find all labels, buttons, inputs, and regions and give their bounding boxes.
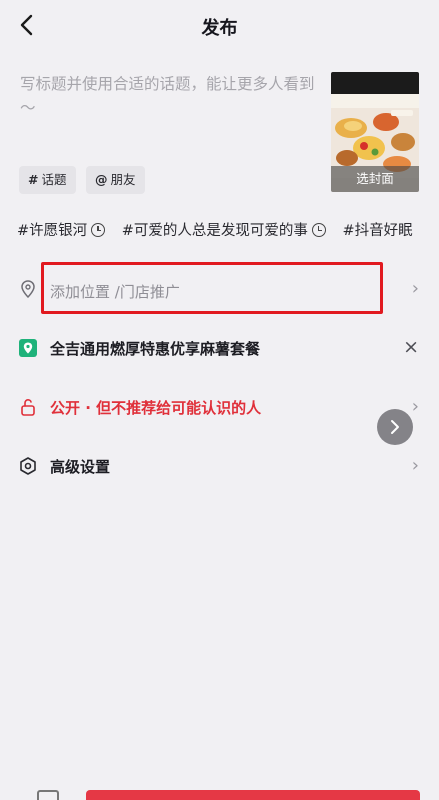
close-icon[interactable]: ×	[403, 336, 419, 358]
chevron-right-icon: ›	[411, 455, 419, 476]
unlock-icon	[18, 397, 38, 417]
location-pin-icon	[18, 279, 38, 299]
chevron-right-icon	[391, 420, 399, 434]
caption-input[interactable]: 写标题并使用合适的话题，能让更多人看到～	[20, 72, 320, 120]
publish-button[interactable]	[86, 790, 420, 800]
highlight-box	[41, 262, 383, 314]
cover-top-band	[331, 72, 419, 94]
cover-thumbnail[interactable]: 选封面	[331, 72, 419, 192]
select-cover-button[interactable]: 选封面	[331, 166, 419, 192]
promo-label: 全吉通用燃厚特惠优享麻薯套餐	[50, 340, 261, 358]
advanced-settings-label: 高级设置	[50, 458, 111, 476]
settings-hexagon-icon	[18, 456, 38, 476]
topic-suggestion[interactable]: #可爱的人总是发现可爱的事	[122, 219, 326, 240]
cover-subtitle-band	[331, 94, 419, 108]
privacy-label: 公开 · 但不推荐给可能认识的人	[50, 399, 262, 417]
topic-label: #许愿银河	[17, 223, 88, 239]
topic-suggestion[interactable]: #抖音好眠	[343, 219, 413, 240]
chevron-right-icon: ›	[411, 396, 419, 417]
chevron-right-icon: ›	[411, 278, 419, 299]
clock-icon	[91, 222, 106, 237]
privacy-row[interactable]: 公开 · 但不推荐给可能认识的人 ›	[0, 387, 439, 427]
advanced-settings-row[interactable]: 高级设置 ›	[0, 446, 439, 486]
topic-label: #抖音好眠	[342, 223, 413, 239]
next-floating-button[interactable]	[377, 409, 413, 445]
mention-label: 朋友	[110, 172, 136, 187]
top-bar: 发布	[0, 0, 439, 52]
map-marker-icon	[18, 338, 38, 358]
hashtag-chip[interactable]: # 话题	[19, 166, 76, 194]
topic-suggestion[interactable]: #许愿银河	[17, 219, 106, 240]
hashtag-icon: #	[28, 172, 39, 187]
topic-suggestions: #许愿银河 #可爱的人总是发现可爱的事 #抖音好眠	[17, 219, 439, 243]
mention-chip[interactable]: @ 朋友	[86, 166, 145, 194]
clock-icon	[311, 222, 326, 237]
hashtag-label: 话题	[41, 172, 67, 187]
promo-row[interactable]: 全吉通用燃厚特惠优享麻薯套餐 ×	[0, 328, 439, 368]
drafts-icon[interactable]	[37, 790, 59, 800]
at-icon: @	[95, 172, 108, 187]
topic-label: #可爱的人总是发现可爱的事	[121, 223, 308, 239]
page-title: 发布	[201, 18, 238, 39]
